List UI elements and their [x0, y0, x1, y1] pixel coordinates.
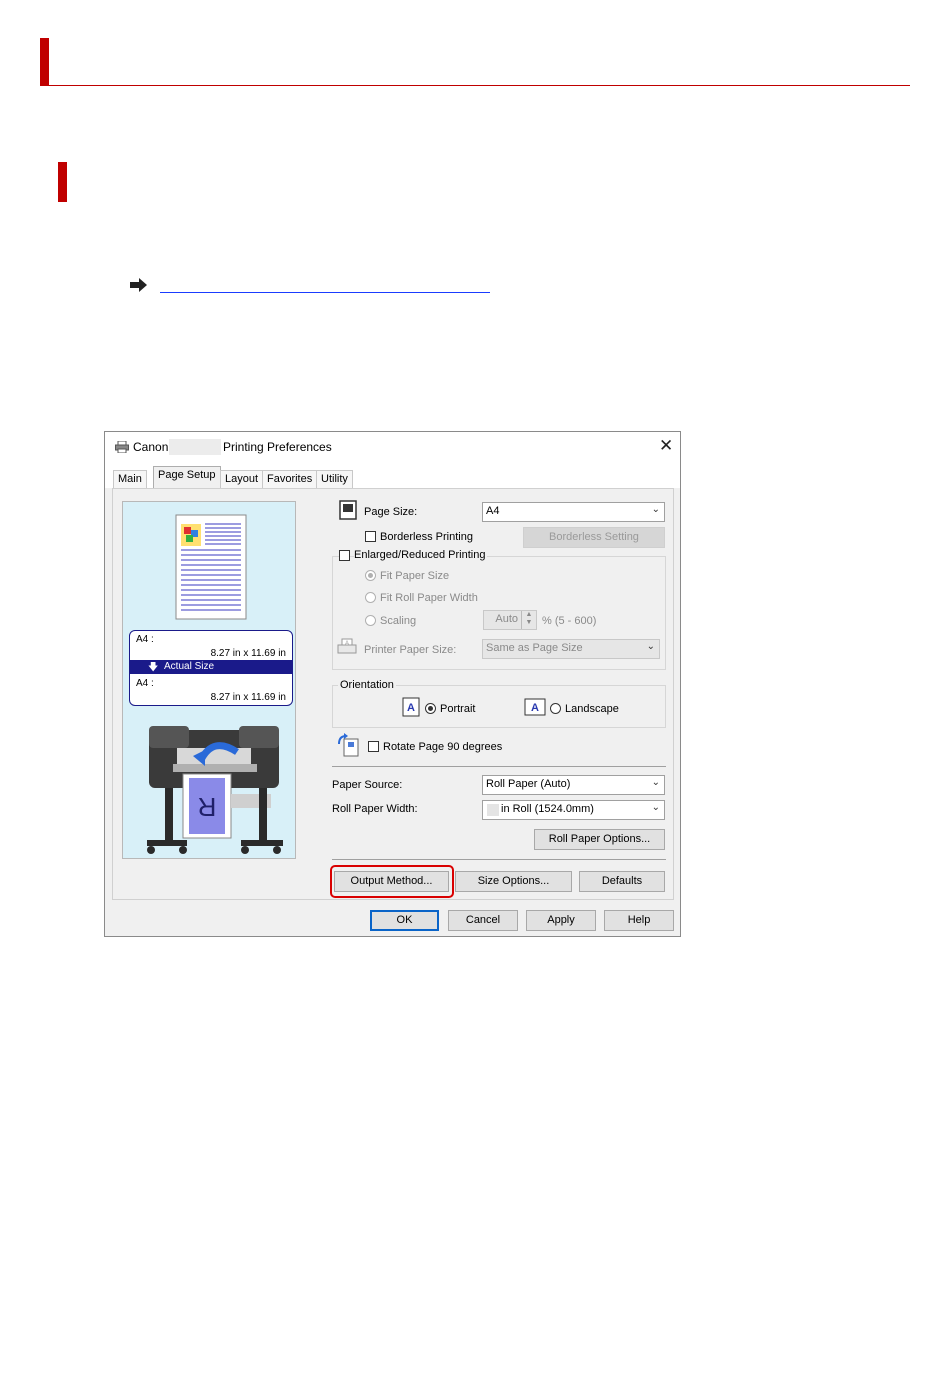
divider	[332, 859, 666, 860]
defaults-button[interactable]: Defaults	[579, 871, 665, 892]
cancel-button[interactable]: Cancel	[448, 910, 518, 931]
enlarged-reduced-checkbox[interactable]	[339, 550, 350, 561]
scaling-option-label: Scaling	[380, 615, 417, 627]
input-size-label: A4 :	[136, 634, 154, 645]
roll-width-label: Roll Paper Width:	[332, 803, 418, 815]
large-format-printer-illustration: R	[147, 726, 283, 854]
spinner-arrows-icon[interactable]: ▲ ▼	[521, 611, 536, 629]
help-button[interactable]: Help	[604, 910, 674, 931]
scaling-spinner[interactable]: Auto ▲ ▼	[483, 610, 537, 630]
printing-preferences-dialog: Canon Printing Preferences ✕ Main Page S…	[104, 431, 681, 937]
output-size-label: A4 :	[136, 678, 154, 689]
rotate-page-label: Rotate Page 90 degrees	[383, 741, 503, 753]
printer-paper-size-icon: A	[337, 638, 357, 654]
page-preview-icon	[175, 514, 247, 620]
page-size-value: A4	[486, 505, 500, 517]
landscape-radio[interactable]	[550, 703, 561, 714]
tab-utility[interactable]: Utility	[316, 470, 353, 488]
scaling-row: 🡇 Actual Size	[130, 660, 292, 674]
printer-paper-size-value: Same as Page Size	[486, 642, 583, 654]
page-size-icon	[339, 500, 357, 520]
divider	[332, 766, 666, 767]
subsection-header-bar	[58, 162, 67, 202]
down-arrow-icon: 🡇	[148, 662, 159, 673]
roll-width-value: in Roll (1524.0mm)	[501, 803, 594, 815]
paper-size-summary: A4 : 8.27 in x 11.69 in 🡇 Actual Size A4…	[129, 630, 293, 706]
output-method-highlight	[330, 865, 454, 898]
borderless-checkbox[interactable]	[365, 531, 376, 542]
portrait-label: Portrait	[440, 703, 476, 715]
redacted-roll-size	[487, 804, 499, 816]
orientation-label: Orientation	[338, 679, 396, 691]
svg-text:A: A	[345, 641, 349, 647]
printer-paper-size-label: Printer Paper Size:	[364, 644, 457, 656]
fit-paper-size-radio[interactable]	[365, 570, 376, 581]
landscape-label: Landscape	[565, 703, 619, 715]
printer-paper-size-select[interactable]: Same as Page Size ⌄	[482, 639, 660, 659]
size-options-button[interactable]: Size Options...	[455, 871, 572, 892]
printer-icon	[115, 441, 129, 453]
tab-layout[interactable]: Layout	[220, 470, 264, 488]
fit-paper-size-label: Fit Paper Size	[380, 570, 450, 582]
page-size-label: Page Size:	[364, 506, 418, 518]
chevron-down-icon: ⌄	[651, 777, 660, 788]
roll-width-select[interactable]: in Roll (1524.0mm) ⌄	[482, 800, 665, 820]
ok-button[interactable]: OK	[370, 910, 439, 931]
portrait-radio[interactable]	[425, 703, 436, 714]
apply-button[interactable]: Apply	[526, 910, 596, 931]
paper-source-value: Roll Paper (Auto)	[486, 778, 571, 790]
chevron-down-icon: ⌄	[651, 504, 660, 515]
section-header-rule	[40, 85, 910, 86]
scaling-radio[interactable]	[365, 615, 376, 626]
svg-text:A: A	[407, 702, 415, 714]
chevron-down-icon: ⌄	[651, 802, 660, 813]
tab-favorites[interactable]: Favorites	[262, 470, 318, 488]
title-text: Printing Preferences	[223, 440, 332, 454]
portrait-icon: A	[402, 697, 420, 717]
borderless-setting-button[interactable]: Borderless Setting	[523, 527, 665, 548]
rotate-page-icon	[338, 733, 359, 757]
landscape-icon: A	[524, 698, 546, 716]
tab-main[interactable]: Main	[113, 470, 147, 488]
page-size-select[interactable]: A4 ⌄	[482, 502, 665, 522]
svg-text:R: R	[198, 792, 217, 822]
scaling-label: Actual Size	[164, 661, 215, 672]
redacted-model-name	[169, 439, 221, 455]
scaling-range-label: % (5 - 600)	[542, 615, 597, 627]
scaling-value: Auto	[495, 613, 518, 625]
borderless-label: Borderless Printing	[380, 531, 473, 543]
enlarged-reduced-label: Enlarged/Reduced Printing	[354, 549, 488, 561]
section-header-bar	[40, 38, 49, 86]
tab-page-setup[interactable]: Page Setup	[153, 466, 221, 489]
fit-roll-width-radio[interactable]	[365, 592, 376, 603]
reference-link[interactable]	[160, 292, 490, 293]
svg-text:A: A	[531, 702, 539, 714]
paper-source-label: Paper Source:	[332, 779, 403, 791]
fit-roll-width-label: Fit Roll Paper Width	[380, 592, 478, 604]
paper-source-select[interactable]: Roll Paper (Auto) ⌄	[482, 775, 665, 795]
link-arrow-icon	[130, 278, 147, 292]
chevron-down-icon: ⌄	[646, 641, 655, 652]
input-size-dims: 8.27 in x 11.69 in	[210, 648, 286, 659]
output-size-dims: 8.27 in x 11.69 in	[210, 692, 286, 703]
title-canon: Canon	[133, 440, 169, 454]
rotate-page-checkbox[interactable]	[368, 741, 379, 752]
roll-paper-options-button[interactable]: Roll Paper Options...	[534, 829, 665, 850]
close-icon[interactable]: ✕	[659, 436, 673, 456]
